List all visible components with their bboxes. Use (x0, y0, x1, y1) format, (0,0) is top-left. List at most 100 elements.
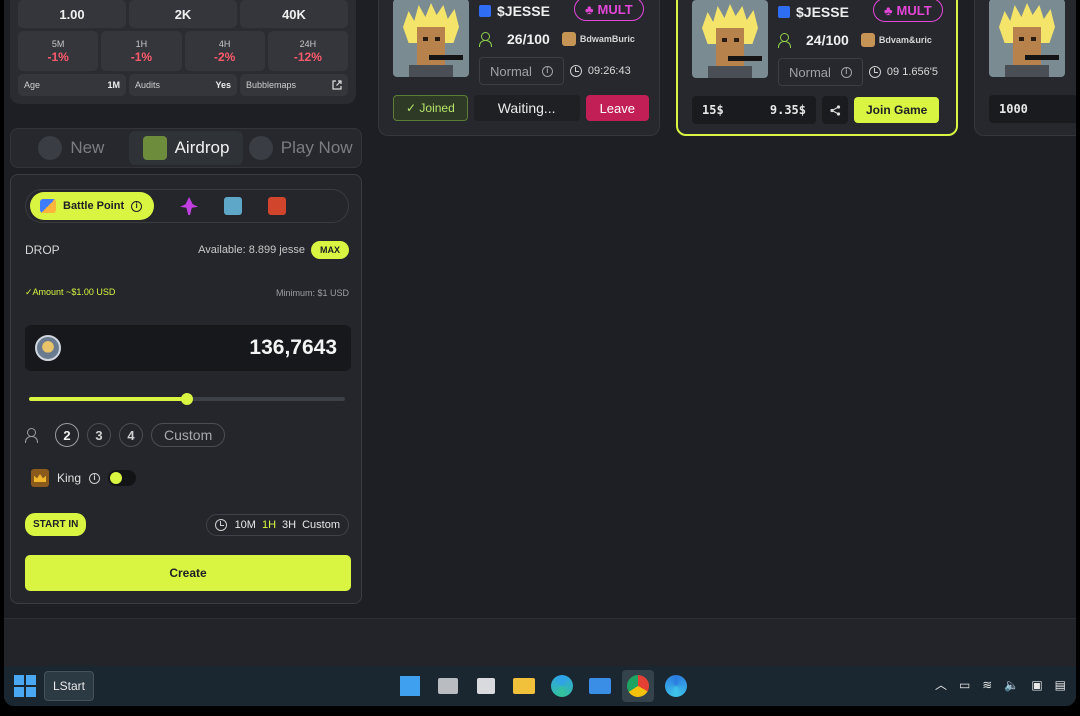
game-card: $JESSE ♣ MULT 26/100 BdwamBuric Normal i… (378, 0, 660, 136)
player-count: 26/100 (507, 31, 550, 47)
keyboard-icon[interactable]: ▭ (959, 678, 970, 692)
info-icon[interactable]: i (131, 200, 143, 212)
token-avatar-icon (35, 335, 61, 361)
players-custom-button[interactable]: Custom (151, 423, 226, 447)
join-game-button[interactable]: Join Game (854, 97, 940, 123)
battle-point-icon (40, 199, 56, 213)
mode-label: Normal (789, 64, 831, 80)
card-icon[interactable] (268, 197, 287, 215)
player-count-selector: 2 3 4 Custom (25, 423, 226, 447)
mode-label: Normal (490, 63, 532, 79)
tab-new[interactable]: New (14, 131, 129, 165)
slider-handle[interactable] (181, 393, 193, 405)
change-24h[interactable]: 24H -12% (267, 31, 348, 71)
creator[interactable]: Bdvam&uric (860, 33, 932, 47)
change-value: -1% (130, 49, 153, 64)
countdown: 09 1.656'5 (868, 66, 938, 78)
change-label: 4H (218, 38, 231, 49)
time-option-3h[interactable]: 3H (282, 519, 296, 531)
crown-icon (31, 469, 49, 487)
mult-icon: ♣ (585, 1, 594, 17)
mult-badge: ♣ MULT (574, 0, 644, 21)
point-type-tabs: Battle Point i (25, 189, 349, 223)
wifi-icon[interactable]: ≋ (982, 678, 992, 692)
game-card: 1000 (974, 0, 1076, 136)
change-value: -2% (213, 49, 236, 64)
widgets-icon[interactable] (470, 670, 502, 702)
battle-point-label: Battle Point (63, 200, 125, 212)
creator-avatar (561, 32, 576, 46)
info-age: Age 1M (18, 74, 126, 96)
token-icon (778, 6, 790, 18)
amount-value: 136,7643 (249, 336, 337, 359)
token-label: $JESSE (796, 4, 849, 20)
notification-icon[interactable]: ▤ (1055, 678, 1066, 692)
token-icon (479, 5, 491, 17)
change-4h[interactable]: 4H -2% (184, 31, 265, 71)
create-button[interactable]: Create (25, 555, 351, 591)
time-option-10m[interactable]: 10M (235, 519, 256, 531)
info-value: 1M (107, 80, 120, 90)
box-icon[interactable] (224, 197, 243, 215)
users-icon (778, 33, 796, 48)
stat-cell: 2K (129, 0, 237, 28)
chevron-up-icon[interactable]: ︿ (935, 676, 947, 693)
gem-icon[interactable] (180, 197, 199, 215)
mult-badge: ♣ MULT (873, 0, 943, 22)
windows-start-icon[interactable] (14, 675, 36, 697)
clock-icon (214, 518, 227, 531)
bet-usd: 15$ (702, 103, 724, 117)
amount-input[interactable]: 136,7643 (25, 325, 351, 371)
info-value: Yes (215, 80, 231, 90)
change-value: -1% (47, 49, 69, 64)
battle-point-tab[interactable]: Battle Point i (30, 192, 155, 220)
tab-play-now[interactable]: Play Now (243, 131, 358, 165)
taskbar: LStart ︿ ▭ ≋ 🔈 ▣ ▤ (4, 666, 1076, 706)
time-option-custom[interactable]: Custom (302, 519, 340, 531)
time-option-1h[interactable]: 1H (262, 519, 276, 531)
tab-airdrop[interactable]: Airdrop (128, 131, 244, 165)
start-app-button[interactable]: LStart (44, 671, 95, 701)
change-1h[interactable]: 1H -1% (101, 31, 182, 71)
task-view-icon[interactable] (432, 670, 464, 702)
info-icon[interactable]: i (840, 66, 852, 78)
new-icon (38, 136, 63, 160)
chrome-icon[interactable] (622, 670, 654, 702)
start-menu-icon[interactable] (394, 670, 426, 702)
max-button[interactable]: MAX (311, 241, 349, 259)
mail-icon[interactable] (584, 670, 616, 702)
info-audits: Audits Yes (129, 74, 237, 96)
players-option-2[interactable]: 2 (55, 423, 79, 447)
bubblemaps-link[interactable]: Bubblemaps (240, 74, 348, 96)
players-info: 26/100 BdwamBuric (479, 31, 635, 47)
players-option-4[interactable]: 4 (119, 423, 143, 447)
amount-slider[interactable] (29, 393, 345, 405)
share-button[interactable] (822, 96, 848, 124)
joined-button[interactable]: ✓ Joined (393, 95, 468, 121)
info-icon[interactable]: i (541, 65, 553, 77)
edge-icon[interactable] (546, 670, 578, 702)
mode-info: Normal i 09 1.656'5 (778, 58, 938, 86)
info-icon[interactable]: i (89, 472, 101, 484)
stat-cell: 1.00 (18, 0, 126, 28)
volume-icon[interactable]: 🔈 (1004, 678, 1019, 692)
change-label: 24H (299, 38, 317, 49)
creator[interactable]: BdwamBuric (561, 32, 635, 46)
file-explorer-icon[interactable] (508, 670, 540, 702)
creator-avatar (860, 33, 875, 47)
change-5m[interactable]: 5M -1% (18, 31, 99, 71)
slider-fill (29, 397, 187, 401)
countdown: 09:26:43 (569, 65, 631, 77)
players-option-3[interactable]: 3 (87, 423, 111, 447)
countdown-value: 09 1.656'5 (886, 66, 938, 78)
start-in-label[interactable]: START IN (25, 513, 87, 536)
mode-pill: Normal i (479, 57, 564, 85)
mode-info: Normal i 09:26:43 (479, 57, 631, 85)
leave-button[interactable]: Leave (585, 95, 649, 121)
battery-icon[interactable]: ▣ (1031, 678, 1042, 692)
waiting-status: Waiting... (473, 95, 580, 121)
creator-name: Bdvam&uric (878, 35, 932, 45)
king-toggle[interactable] (108, 470, 137, 486)
edge-dev-icon[interactable] (660, 670, 692, 702)
token-avatar (692, 0, 768, 78)
